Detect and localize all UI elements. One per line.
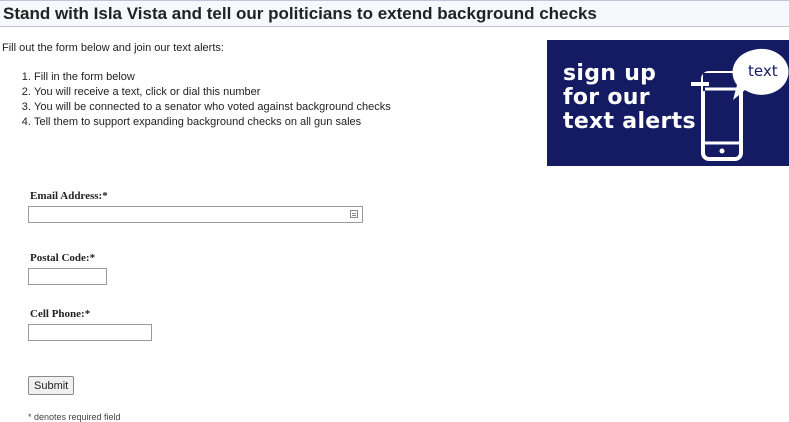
page-title: Stand with Isla Vista and tell our polit… — [0, 0, 789, 27]
steps-list: Fill in the form below You will receive … — [14, 70, 391, 130]
text-alerts-banner[interactable]: sign up for our text alerts text — [547, 40, 789, 166]
email-field[interactable] — [28, 206, 363, 223]
intro-text: Fill out the form below and join our tex… — [2, 42, 224, 54]
email-label: Email Address:* — [30, 190, 108, 202]
phone-icon — [691, 48, 789, 161]
step-item: Fill in the form below — [34, 70, 391, 85]
step-item: Tell them to support expanding backgroun… — [34, 115, 391, 130]
bubble-text: text — [748, 62, 778, 80]
cell-phone-field[interactable] — [28, 324, 152, 341]
required-footnote: * denotes required field — [28, 412, 121, 422]
postal-code-field[interactable] — [28, 268, 107, 285]
submit-button[interactable]: Submit — [28, 376, 75, 395]
step-item: You will receive a text, click or dial t… — [34, 85, 391, 100]
step-item: You will be connected to a senator who v… — [34, 100, 391, 115]
postal-label: Postal Code:* — [30, 252, 96, 264]
field-autofill-icon[interactable] — [350, 210, 358, 218]
phone-label: Cell Phone:* — [30, 308, 91, 320]
